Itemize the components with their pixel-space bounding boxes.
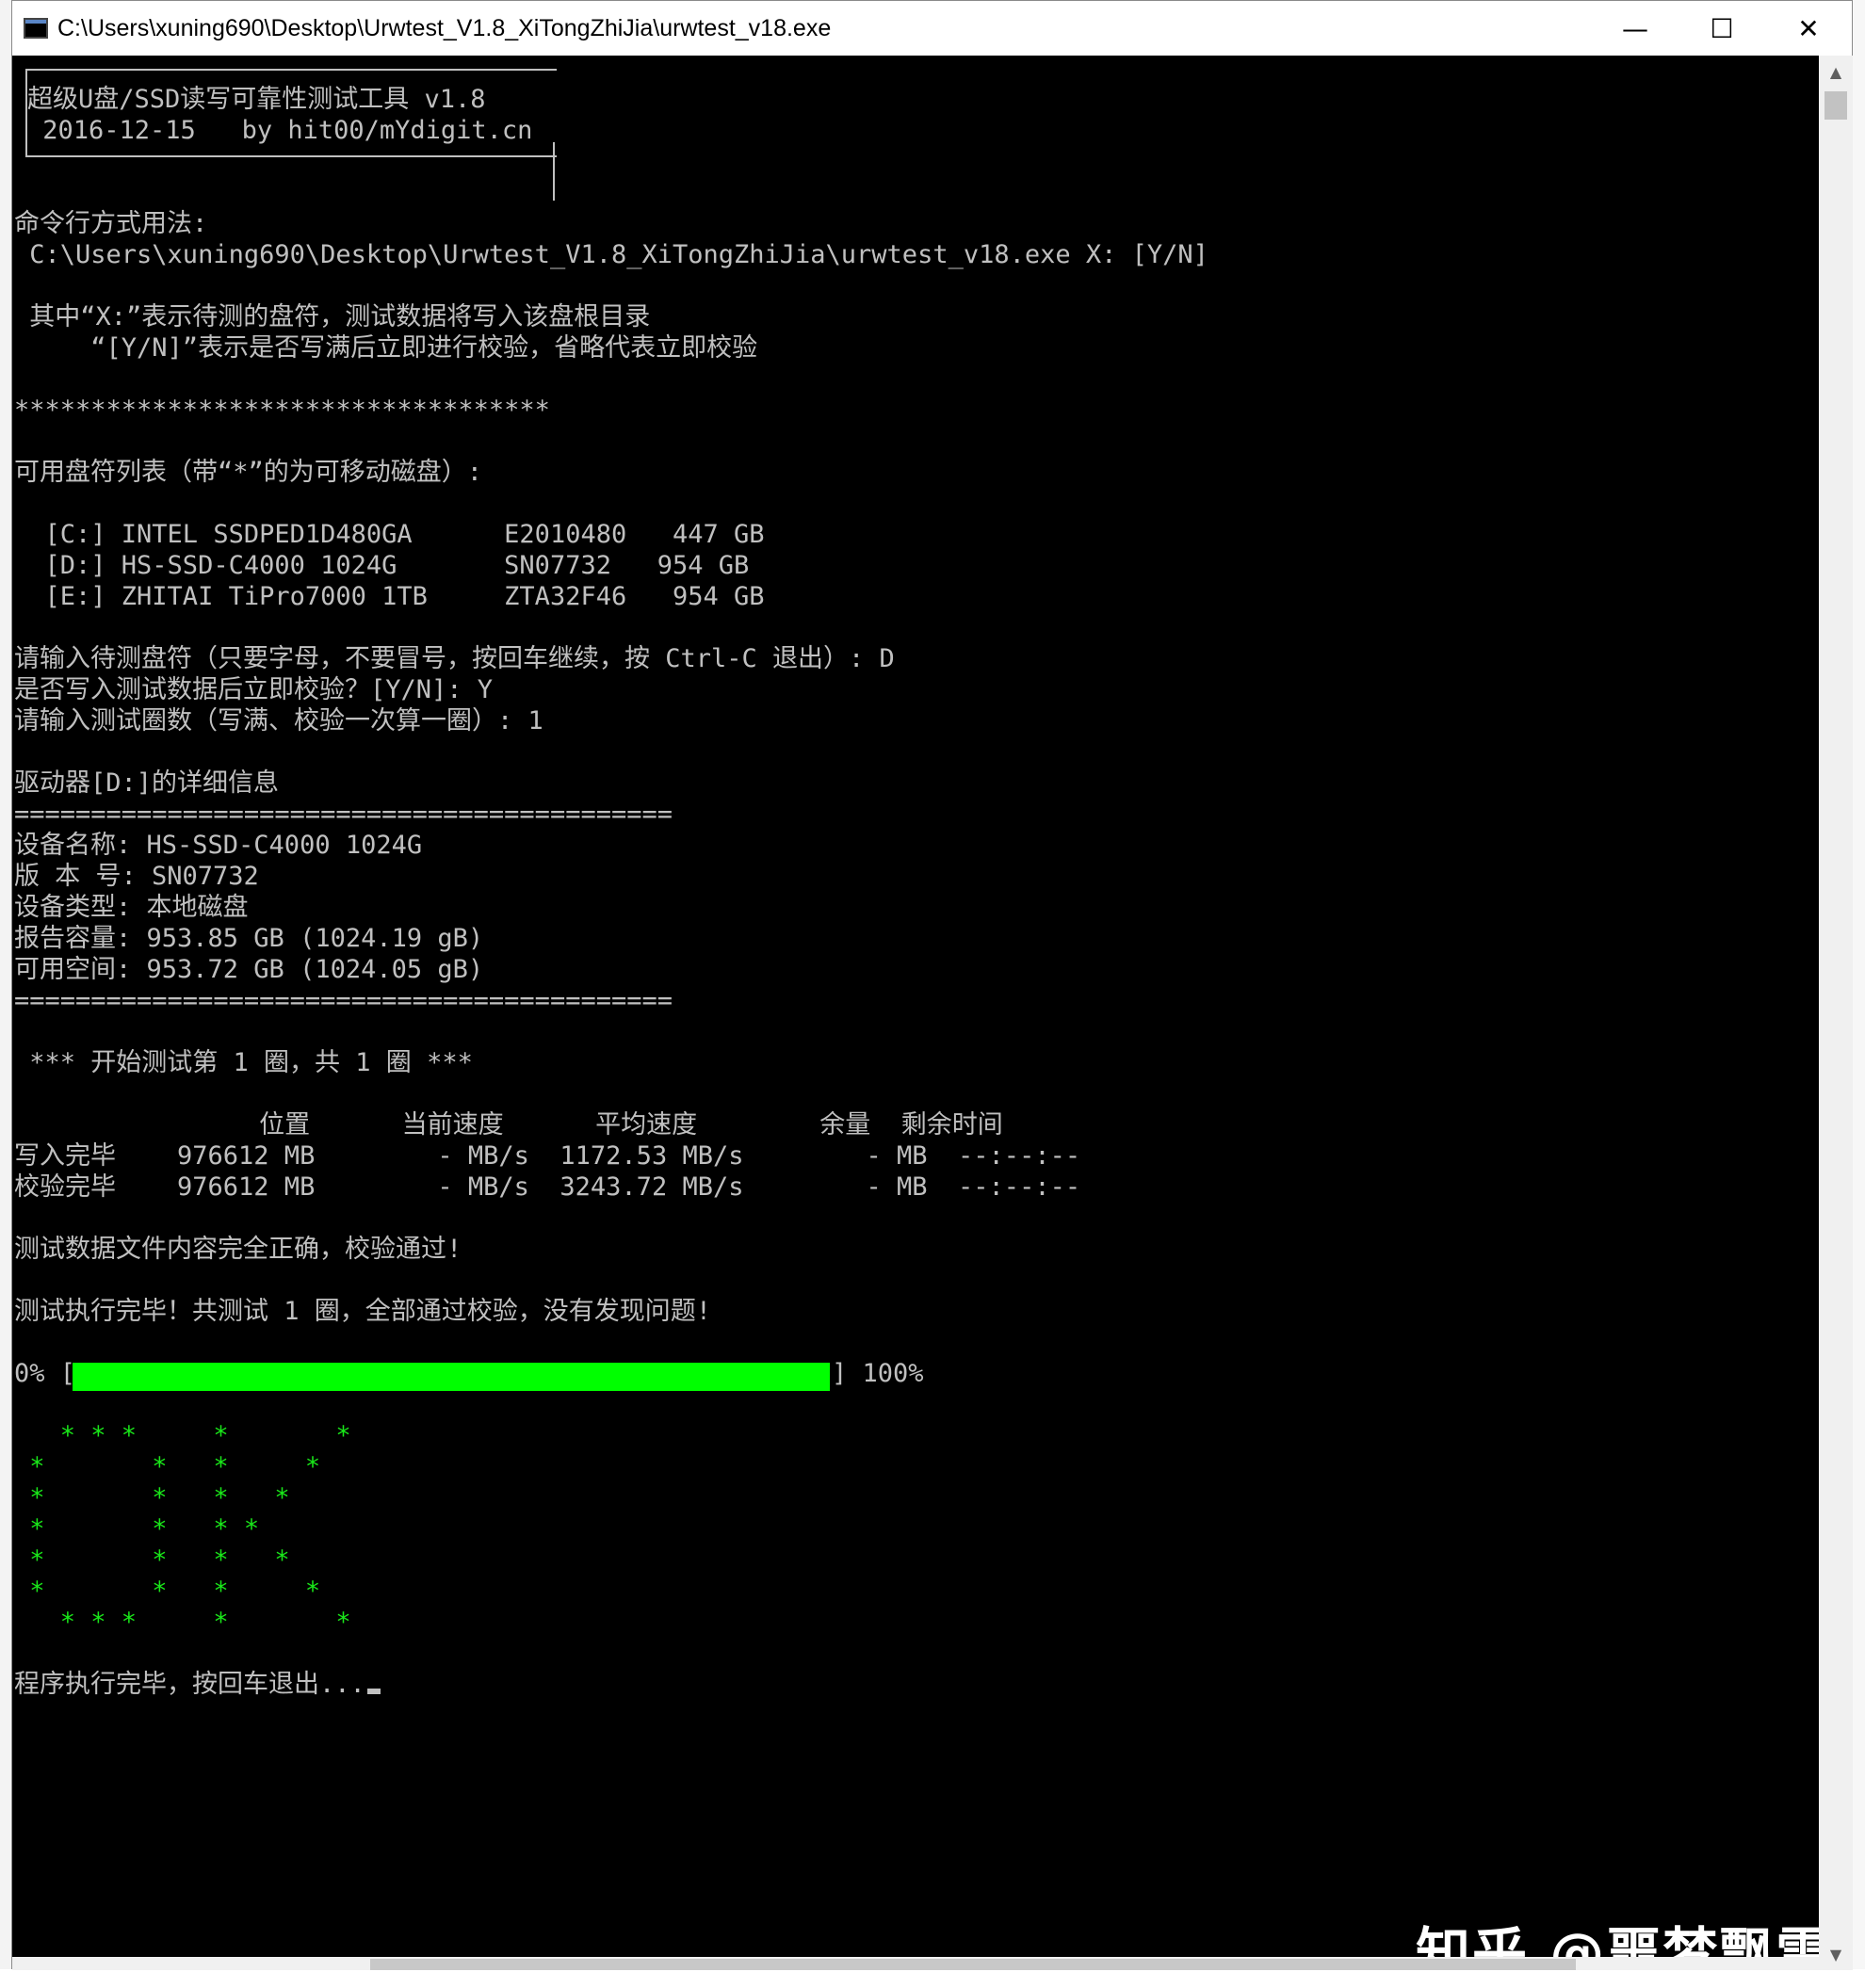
detail-title: 驱动器[D:]的详细信息 (14, 768, 280, 798)
device-name: 设备名称: HS-SSD-C4000 1024G (14, 831, 423, 860)
header-title: 超级U盘/SSD读写可靠性测试工具 v1.8 (27, 85, 486, 114)
maximize-button[interactable]: ☐ (1678, 1, 1765, 56)
console-output[interactable]: 超级U盘/SSD读写可靠性测试工具 v1.8 2016-12-15 by hit… (12, 56, 1830, 1985)
write-row: 写入完毕 976612 MB - MB/s 1172.53 MB/s - MB … (14, 1141, 1081, 1171)
free-space: 可用空间: 953.72 GB (1024.05 gB) (14, 955, 484, 984)
ok-art-line: * * * * (14, 1483, 290, 1512)
separator-stars: *********************************** (14, 396, 550, 425)
prompt-verify: 是否写入测试数据后立即校验？[Y/N]: Y (14, 675, 494, 704)
title-bar[interactable]: C:\Users\xuning690\Desktop\Urwtest_V1.8_… (12, 1, 1852, 56)
round-start: *** 开始测试第 1 圈，共 1 圈 *** (14, 1048, 473, 1077)
usage-title: 命令行方式用法: (14, 209, 208, 238)
verify-row: 校验完毕 976612 MB - MB/s 3243.72 MB/s - MB … (14, 1172, 1081, 1202)
desktop-background-right (1852, 0, 1865, 1969)
ok-art-line: * * * * (14, 1452, 321, 1481)
scroll-down-arrow-icon[interactable]: ▼ (1819, 1938, 1853, 1970)
window-title: C:\Users\xuning690\Desktop\Urwtest_V1.8_… (57, 14, 832, 41)
header-date-author: 2016-12-15 by hit00/mYdigit.cn (27, 116, 533, 145)
drive-d: [D:] HS-SSD-C4000 1024G SN07732 954 GB (14, 551, 750, 580)
usage-command: C:\Users\xuning690\Desktop\Urwtest_V1.8_… (14, 240, 1208, 269)
data-ok-message: 测试数据文件内容完全正确，校验通过! (14, 1235, 462, 1264)
close-button[interactable]: ✕ (1765, 1, 1852, 56)
separator-eq-top: ========================================… (14, 800, 673, 829)
all-done-message: 测试执行完毕！共测试 1 圈，全部通过校验，没有发现问题! (14, 1297, 712, 1326)
header-frame-right (553, 142, 555, 201)
drive-c: [C:] INTEL SSDPED1D480GA E2010480 447 GB (14, 520, 765, 549)
version: 版 本 号: SN07732 (14, 862, 259, 891)
progress-left-label: 0% [ (14, 1359, 76, 1388)
scrollbar-thumb[interactable] (1824, 91, 1847, 120)
ok-art-line: * * * * * (14, 1421, 351, 1450)
exit-message-line: 程序执行完毕，按回车退出... (14, 1669, 381, 1700)
horizontal-scrollbar[interactable] (12, 1957, 1819, 1970)
exit-message: 程序执行完毕，按回车退出... (14, 1670, 365, 1699)
horizontal-scrollbar-thumb[interactable] (370, 1959, 1576, 1970)
device-type: 设备类型: 本地磁盘 (14, 893, 249, 922)
watermark: 知乎 @噩梦飘雷 (1416, 1921, 1833, 1985)
drive-e: [E:] ZHITAI TiPro7000 1TB ZTA32F46 954 G… (14, 582, 765, 611)
usage-desc-2: “[Y/N]”表示是否写满后立即进行校验，省略代表立即校验 (14, 333, 758, 363)
prompt-rounds: 请输入测试圈数（写满、校验一次算一圈）: 1 (14, 706, 543, 735)
scroll-up-arrow-icon[interactable]: ▲ (1819, 56, 1853, 88)
ok-art-line: * * * * (14, 1514, 260, 1544)
progress-right-label: ] 100% (832, 1359, 924, 1388)
progress-bar-fill (73, 1363, 830, 1391)
reported-capacity: 报告容量: 953.85 GB (1024.19 gB) (14, 924, 484, 953)
ok-art-line: * * * * * (14, 1608, 351, 1637)
text-cursor (366, 1689, 381, 1694)
table-header: 位置 当前速度 平均速度 余量 剩余时间 (14, 1110, 1003, 1139)
progress-bar (73, 1361, 830, 1393)
drive-list-title: 可用盘符列表（带“*”的为可移动磁盘）: (14, 458, 483, 487)
ok-art-line: * * * * (14, 1576, 321, 1606)
console-window: C:\Users\xuning690\Desktop\Urwtest_V1.8_… (11, 0, 1853, 1985)
separator-eq-bottom: ========================================… (14, 986, 673, 1015)
usage-desc-1: 其中“X:”表示待测的盘符，测试数据将写入该盘根目录 (14, 302, 651, 331)
ok-art-line: * * * * (14, 1545, 290, 1575)
console-app-icon[interactable] (24, 18, 48, 39)
prompt-drive: 请输入待测盘符（只要字母，不要冒号，按回车继续，按 Ctrl-C 退出）: D (14, 644, 895, 673)
vertical-scrollbar[interactable]: ▲ ▼ (1819, 56, 1853, 1970)
minimize-button[interactable]: — (1592, 1, 1678, 56)
